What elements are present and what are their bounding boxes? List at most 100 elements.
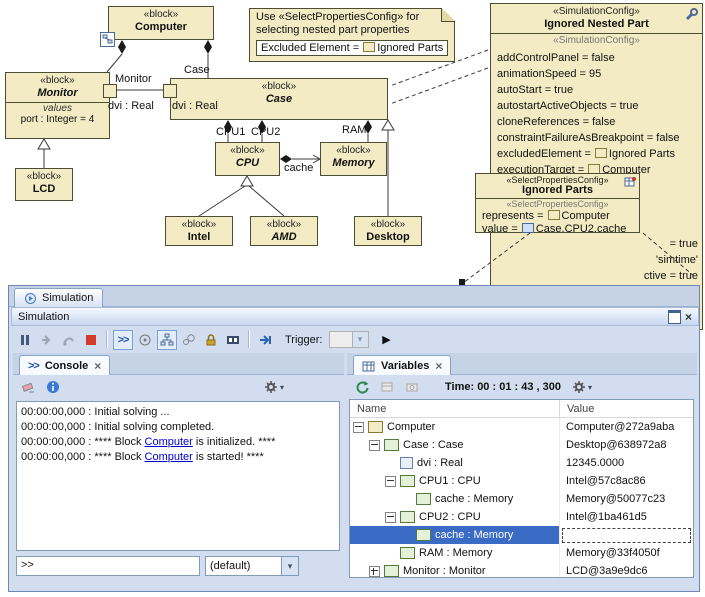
variables-table-icon xyxy=(362,360,375,372)
variables-panel: Variables × Time: 00 : 01 : 43 , 300 ▾ xyxy=(347,353,697,581)
note-line: Use «SelectPropertiesConfig» for xyxy=(256,11,448,24)
info-icon[interactable] xyxy=(43,377,63,397)
collapse-expander[interactable] xyxy=(369,440,380,451)
table-row[interactable]: CPU1 : CPU Intel@57c8ac86 xyxy=(350,472,693,490)
float-window-icon[interactable] xyxy=(668,310,681,324)
animation-toggle-icon[interactable] xyxy=(135,330,155,350)
block-ignored-parts-config[interactable]: «SelectPropertiesConfig» Ignored Parts «… xyxy=(475,173,640,233)
value-edit-field[interactable] xyxy=(562,528,691,543)
step-into-icon[interactable] xyxy=(37,330,57,350)
role-label-ram: RAM xyxy=(342,124,366,136)
trigger-combobox[interactable]: ▾ xyxy=(329,331,369,348)
block-computer[interactable]: «block» Computer xyxy=(108,6,214,40)
element-link[interactable]: Computer xyxy=(145,436,193,448)
note-line: selecting nested part properties xyxy=(256,24,448,37)
console-line: 00:00:00,000 : Initial solving ... xyxy=(21,405,335,420)
block-memory[interactable]: «block» Memory xyxy=(320,142,387,176)
chevron-down-icon: ▾ xyxy=(588,383,592,392)
occluded-text-fragment: = true xyxy=(560,238,698,250)
console-toggle-icon[interactable]: >> xyxy=(113,330,133,350)
export-log-icon[interactable] xyxy=(255,330,275,350)
values-compartment-label: values xyxy=(6,103,109,114)
block-cpu[interactable]: «block» CPU xyxy=(215,142,280,176)
config-property: autoStart = true xyxy=(497,82,700,98)
table-row[interactable]: RAM : Memory Memory@33f4050f xyxy=(350,544,693,562)
occluded-text-fragment: ctive = true xyxy=(560,270,698,282)
collapse-expander[interactable] xyxy=(385,512,396,523)
tab-label: Variables xyxy=(381,360,429,372)
clear-console-icon[interactable] xyxy=(18,377,38,397)
console-options-button[interactable]: ▾ xyxy=(264,380,284,394)
export-variables-icon[interactable] xyxy=(377,377,397,397)
lock-icon[interactable] xyxy=(201,330,221,350)
role-label-cpu2: CPU2 xyxy=(251,126,280,138)
block-name: Memory xyxy=(321,157,386,170)
column-header-name: Name xyxy=(350,400,560,417)
table-row[interactable]: cache : Memory Memory@50077c23 xyxy=(350,490,693,508)
tab-simulation[interactable]: Simulation xyxy=(14,288,103,307)
collapse-expander[interactable] xyxy=(353,422,364,433)
tab-variables[interactable]: Variables × xyxy=(353,355,451,375)
port-dvi-case[interactable] xyxy=(163,84,177,98)
block-desktop[interactable]: «block» Desktop xyxy=(354,216,422,246)
combobox-value: (default) xyxy=(210,560,250,572)
close-tab-icon[interactable]: × xyxy=(435,359,442,373)
part-property-icon xyxy=(384,439,399,451)
block-name: Monitor xyxy=(6,87,109,100)
stereotype-label: «block» xyxy=(16,169,72,183)
window-title-bar[interactable]: Simulation × xyxy=(11,307,699,326)
breakpoints-icon[interactable] xyxy=(179,330,199,350)
table-row[interactable]: Monitor : Monitor LCD@3a9e9dc6 xyxy=(350,562,693,578)
table-row-selected[interactable]: cache : Memory xyxy=(350,526,693,544)
terminate-icon[interactable] xyxy=(81,330,101,350)
block-monitor[interactable]: «block» Monitor values port : Integer = … xyxy=(5,72,110,139)
console-line: 00:00:00,000 : **** Block Computer is st… xyxy=(21,450,335,465)
console-output[interactable]: 00:00:00,000 : Initial solving ... 00:00… xyxy=(16,401,340,551)
step-over-icon[interactable] xyxy=(59,330,79,350)
table-row[interactable]: CPU2 : CPU Intel@1ba461d5 xyxy=(350,508,693,526)
compartment-stereotype: «SelectPropertiesConfig» xyxy=(476,199,639,209)
block-lcd[interactable]: «block» LCD xyxy=(15,168,73,201)
role-label-monitor: Monitor xyxy=(115,73,152,85)
expand-expander[interactable] xyxy=(369,566,380,577)
variables-tree-toggle-icon[interactable] xyxy=(157,330,177,350)
table-row[interactable]: Case : Case Desktop@638972a8 xyxy=(350,436,693,454)
config-property: constraintFailureAsBreakpoint = false xyxy=(497,130,700,146)
comment-note[interactable]: Use «SelectPropertiesConfig» for selecti… xyxy=(249,8,455,62)
block-intel[interactable]: «block» Intel xyxy=(165,216,233,246)
compartment-stereotype: «SimulationConfig» xyxy=(491,34,702,47)
block-amd[interactable]: «block» AMD xyxy=(250,216,318,246)
run-pointer-icon[interactable]: ▶ xyxy=(377,330,397,350)
table-row[interactable]: Computer Computer@272a9aba xyxy=(350,418,693,436)
part-property-icon xyxy=(416,529,431,541)
value-property: port : Integer = 4 xyxy=(6,114,109,126)
port-dvi-monitor[interactable] xyxy=(103,84,117,98)
element-link[interactable]: Computer xyxy=(145,451,193,463)
console-line: 00:00:00,000 : **** Block Computer is in… xyxy=(21,435,335,450)
simulation-time-label: Time: 00 : 01 : 43 , 300 xyxy=(445,381,561,393)
config-property: animationSpeed = 95 xyxy=(497,66,700,82)
block-case[interactable]: «block» Case xyxy=(170,78,388,120)
close-tab-icon[interactable]: × xyxy=(94,359,101,373)
console-language-combobox[interactable]: (default) ▾ xyxy=(205,556,299,576)
collapse-expander[interactable] xyxy=(385,476,396,487)
refresh-icon[interactable] xyxy=(352,377,372,397)
console-tab-icon: >> xyxy=(28,360,39,372)
part-property-icon xyxy=(400,547,415,559)
config-property: addControlPanel = false xyxy=(497,50,700,66)
block-name: Intel xyxy=(166,231,232,244)
chevron-down-icon: ▾ xyxy=(352,332,368,347)
structure-compartment-icon[interactable] xyxy=(100,32,115,47)
tab-console[interactable]: >> Console × xyxy=(19,355,110,375)
variables-table: Name Value Computer Computer@272a9aba Ca… xyxy=(349,399,694,578)
window-title: Simulation xyxy=(18,311,69,323)
close-window-icon[interactable]: × xyxy=(685,311,692,323)
console-line: 00:00:00,000 : Initial solving completed… xyxy=(21,420,335,435)
wrench-icon[interactable] xyxy=(684,7,699,22)
suspend-icon[interactable] xyxy=(15,330,35,350)
table-row[interactable]: dvi : Real 12345.0000 xyxy=(350,454,693,472)
snapshot-icon[interactable] xyxy=(402,377,422,397)
variables-options-button[interactable]: ▾ xyxy=(572,380,592,394)
console-input[interactable]: >> xyxy=(16,556,200,576)
record-animation-icon[interactable] xyxy=(223,330,243,350)
